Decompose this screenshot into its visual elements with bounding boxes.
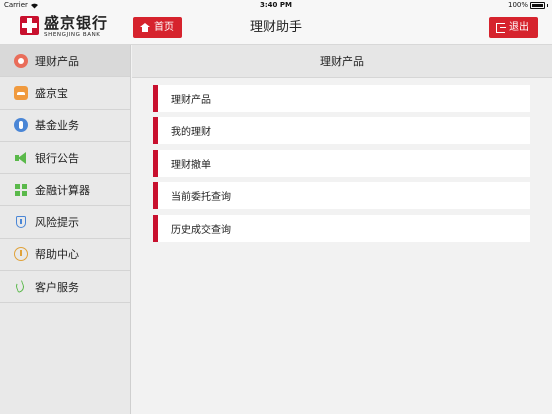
calculator-icon [14, 183, 28, 197]
bank-logo-chinese: 盛京银行 [44, 14, 109, 32]
sidebar-item-label: 理财产品 [35, 54, 79, 68]
bank-logo-english: SHENGJING BANK [44, 32, 101, 38]
exit-icon [496, 22, 506, 33]
help-icon [14, 247, 28, 262]
menu-item-current-orders[interactable]: 当前委托查询 [153, 182, 530, 210]
sidebar-item-label: 银行公告 [35, 151, 79, 165]
bank-logo: 盛京银行 SHENGJING BANK [20, 15, 115, 41]
menu-item-wealth-products[interactable]: 理财产品 [153, 85, 530, 112]
sidebar-item-financial-calculator[interactable]: 金融计算器 [0, 174, 130, 207]
sidebar-item-label: 风险提示 [35, 216, 79, 230]
app-header: 盛京银行 SHENGJING BANK 首页 理财助手 退出 [0, 11, 552, 45]
sidebar-item-wealth-products[interactable]: 理财产品 [0, 45, 130, 78]
sidebar-item-bank-notices[interactable]: 银行公告 [0, 142, 130, 175]
sidebar-item-fund-business[interactable]: 基金业务 [0, 110, 130, 142]
phone-icon [14, 280, 28, 294]
main-content: 理财产品 理财产品 我的理财 理财撤单 当前委托查询 历史成交查询 [132, 45, 552, 414]
sidebar-item-help-center[interactable]: 帮助中心 [0, 239, 130, 272]
shengjingbao-icon [14, 85, 28, 100]
megaphone-icon [14, 151, 28, 165]
wealth-product-icon [14, 53, 28, 68]
shield-icon [14, 215, 28, 229]
sidebar-item-shengjingbao[interactable]: 盛京宝 [0, 77, 130, 110]
sidebar-item-label: 帮助中心 [35, 248, 79, 262]
battery-percent: 100% [507, 1, 528, 9]
sidebar-item-risk-warning[interactable]: 风险提示 [0, 206, 130, 239]
section-title: 理财产品 [132, 45, 552, 78]
wealth-menu: 理财产品 我的理财 理财撤单 当前委托查询 历史成交查询 [153, 85, 530, 247]
exit-button[interactable]: 退出 [489, 17, 538, 38]
sidebar-item-label: 基金业务 [35, 119, 79, 133]
battery-icon [530, 2, 545, 9]
home-button[interactable]: 首页 [133, 17, 182, 38]
menu-item-transaction-history[interactable]: 历史成交查询 [153, 214, 530, 242]
bank-logo-mark-icon [20, 16, 39, 35]
home-button-label: 首页 [154, 22, 174, 33]
exit-button-label: 退出 [509, 22, 529, 33]
battery-tip [547, 4, 548, 7]
battery-indicator: 100% [508, 0, 548, 11]
sidebar-item-label: 客户服务 [35, 280, 79, 294]
status-time: 3:40 PM [260, 1, 292, 9]
menu-item-my-wealth[interactable]: 我的理财 [153, 117, 530, 145]
sidebar-item-label: 金融计算器 [35, 183, 90, 197]
sidebar-item-customer-service[interactable]: 客户服务 [0, 271, 130, 304]
sidebar: 理财产品 盛京宝 基金业务 银行公告 金融计算器 风险提示 帮助中心 客户服务 [0, 45, 131, 414]
menu-item-cancel-order[interactable]: 理财撤单 [153, 149, 530, 177]
fund-icon [14, 118, 28, 133]
status-bar: Carrier 3:40 PM 100% [0, 0, 552, 11]
home-icon [140, 23, 150, 32]
sidebar-item-label: 盛京宝 [35, 86, 68, 100]
